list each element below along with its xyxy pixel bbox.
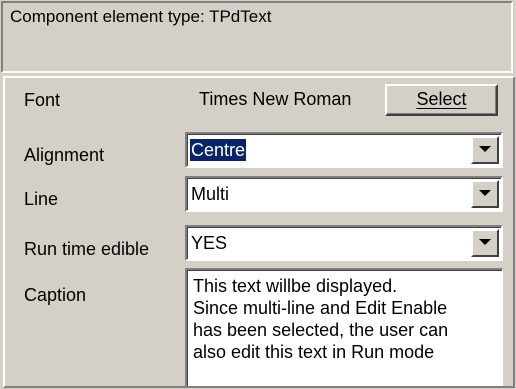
caption-line: has been selected, the user can — [193, 320, 449, 340]
line-dropdown-button[interactable] — [471, 180, 499, 208]
alignment-value: Centre — [188, 138, 248, 162]
chevron-down-icon — [479, 146, 491, 152]
chevron-down-icon — [479, 239, 491, 245]
alignment-label: Alignment — [24, 145, 105, 165]
caption-line: This text willbe displayed. — [193, 276, 398, 296]
line-dropdown[interactable]: Multi — [185, 176, 503, 212]
select-font-button-label: Select — [416, 89, 467, 109]
font-label: Font — [24, 90, 61, 110]
caption-line: Since multi-line and Edit Enable — [193, 298, 448, 318]
font-value: Times New Roman — [199, 89, 352, 109]
caption-line: also edit this text in Run mode — [193, 342, 435, 362]
caption-label: Caption — [24, 285, 87, 305]
run-time-edible-dropdown-button[interactable] — [471, 229, 499, 257]
component-type-title: Component element type: TPdText — [10, 7, 272, 26]
run-time-edible-dropdown[interactable]: YES — [185, 225, 503, 261]
line-label: Line — [24, 189, 59, 209]
run-time-edible-value: YES — [191, 233, 228, 253]
run-time-edible-label: Run time edible — [24, 239, 150, 259]
line-value: Multi — [191, 184, 230, 204]
alignment-dropdown-button[interactable] — [471, 136, 499, 164]
caption-textarea[interactable]: This text willbe displayed. Since multi-… — [185, 268, 503, 386]
component-type-header: Component element type: TPdText — [1, 1, 513, 73]
select-font-button[interactable]: Select — [385, 84, 498, 116]
alignment-dropdown[interactable]: Centre — [185, 132, 503, 168]
chevron-down-icon — [479, 190, 491, 196]
component-properties-window: Component element type: TPdText Font Tim… — [0, 0, 516, 389]
